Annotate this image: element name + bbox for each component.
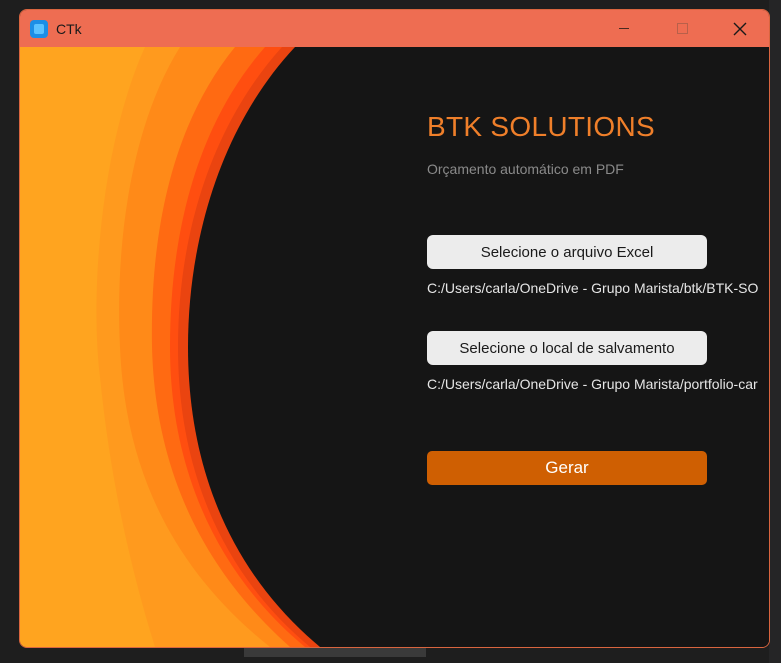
ctk-app-icon [30,19,48,38]
close-icon [733,22,747,35]
maximize-button[interactable] [653,10,711,47]
page-title: BTK SOLUTIONS [427,111,655,142]
excel-path-label: C:/Users/carla/OneDrive - Grupo Marista/… [427,280,759,296]
minimize-icon [619,28,629,29]
app-window: CTk BTK SOLUTIONS Orçamento automático e… [19,9,770,648]
window-controls [595,10,769,47]
title-bar[interactable]: CTk [20,10,769,47]
save-path-label: C:/Users/carla/OneDrive - Grupo Marista/… [427,376,758,392]
select-save-location-button[interactable]: Selecione o local de salvamento [427,331,707,365]
select-excel-button[interactable]: Selecione o arquivo Excel [427,235,707,269]
background-taskbar-fragment [244,648,426,657]
background-scrollbar [769,0,781,663]
window-title: CTk [56,20,82,37]
close-button[interactable] [711,10,769,47]
maximize-icon [676,23,688,34]
page-subtitle: Orçamento automático em PDF [427,161,624,177]
generate-button[interactable]: Gerar [427,451,707,485]
decorative-orange-waves [20,47,400,647]
main-content: BTK SOLUTIONS Orçamento automático em PD… [20,47,769,647]
minimize-button[interactable] [595,10,653,47]
